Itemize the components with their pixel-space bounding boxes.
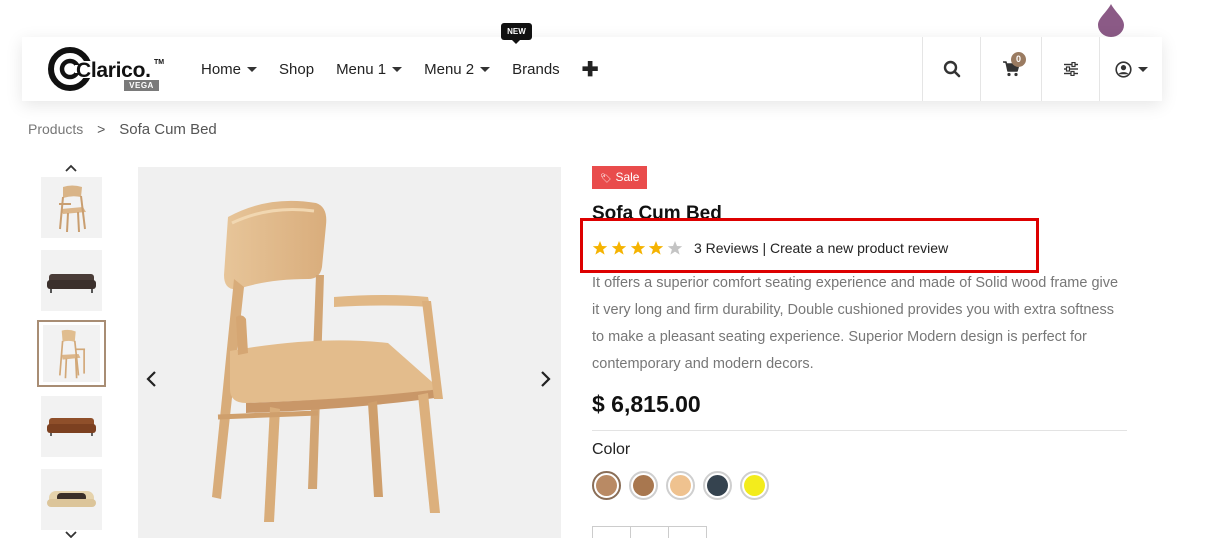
user-circle-icon [1114,60,1132,78]
nav-home-label: Home [201,60,242,78]
chevron-down-icon [247,66,258,72]
sale-label: Sale [615,170,640,184]
chevron-up-icon[interactable] [64,163,78,173]
chevron-left-icon[interactable] [145,369,159,389]
color-swatch-1[interactable] [592,471,621,500]
nav-brands-label: Brands [512,60,560,78]
chevron-down-icon [1137,66,1148,72]
increase-quantity-button[interactable] [669,527,706,538]
breadcrumb: Products > Sofa Cum Bed [28,121,217,138]
breadcrumb-current: Sofa Cum Bed [119,121,217,138]
drop-icon [1098,4,1124,37]
swatch-fill [707,475,728,496]
search-button[interactable] [922,37,980,101]
cart-button[interactable]: 0 [980,37,1041,101]
nav-more-button[interactable]: ✚ [582,57,599,82]
nav-menu-1-label: Menu 1 [336,60,387,78]
color-swatch-5[interactable] [740,471,769,500]
quantity-stepper [592,526,707,538]
sale-badge: 🏷 Sale [592,166,648,189]
sofa-thumbnail-image [41,396,102,457]
thumbnail-brown-sofa[interactable] [41,396,102,457]
thumbnail-dark-sofa[interactable] [41,250,102,311]
nav-menu-2[interactable]: Menu 2 [424,60,491,78]
swatch-fill [670,475,691,496]
thumbnail-wooden-chair[interactable] [41,177,102,238]
product-main-image [138,167,561,538]
nav-shop-label: Shop [279,60,315,78]
new-badge: NEW [501,22,532,44]
site-header: Clarico. TM VEGA Home Shop Menu 1 Menu 2… [22,22,1162,101]
color-swatches [592,471,777,500]
swatch-fill [744,475,765,496]
nav-menu-2-label: Menu 2 [424,60,475,78]
product-price: $ 6,815.00 [592,391,701,417]
nav-menu-1[interactable]: Menu 1 [336,60,403,78]
account-button[interactable] [1099,37,1162,101]
logo-trademark: TM [154,59,165,66]
sofa-thumbnail-image [41,250,102,311]
chevron-down-icon [392,66,403,72]
color-label: Color [592,441,631,458]
cart-count-badge: 0 [1011,52,1026,67]
wooden-chair-image [212,200,443,522]
color-swatch-2[interactable] [629,471,658,500]
chevron-down-icon[interactable] [64,530,78,538]
nav-brands[interactable]: NEW Brands [501,22,560,78]
color-swatch-3[interactable] [666,471,695,500]
sofa-thumbnail-image [41,469,102,530]
thumbnail-wooden-chair-active[interactable] [37,320,106,387]
sliders-icon [1063,62,1078,76]
logo-badge: VEGA [124,80,159,91]
breadcrumb-separator: > [97,121,106,137]
color-swatch-4[interactable] [703,471,732,500]
swatch-fill [633,475,654,496]
plus-icon: ✚ [581,58,599,81]
chair-thumbnail-image [41,177,102,238]
search-icon [943,60,960,78]
nav-shop[interactable]: Shop [279,61,314,78]
logo[interactable]: Clarico. TM VEGA [48,45,166,93]
filter-button[interactable] [1041,37,1099,101]
quantity-input[interactable] [631,527,670,538]
chevron-right-icon[interactable] [538,369,552,389]
tag-icon: 🏷 [600,173,612,183]
chair-thumbnail-image [43,325,100,382]
breadcrumb-products-link[interactable]: Products [28,121,83,137]
nav-home[interactable]: Home [201,60,258,78]
product-description: It offers a superior comfort seating exp… [592,275,1119,372]
thumbnail-beige-sofa[interactable] [41,469,102,530]
decrease-quantity-button[interactable] [593,527,631,538]
chevron-down-icon [480,66,491,72]
swatch-fill [596,475,617,496]
main-nav: Home Shop Menu 1 Menu 2 NEW Brands ✚ [201,22,620,101]
divider [592,430,1127,431]
highlight-box [580,218,1039,273]
